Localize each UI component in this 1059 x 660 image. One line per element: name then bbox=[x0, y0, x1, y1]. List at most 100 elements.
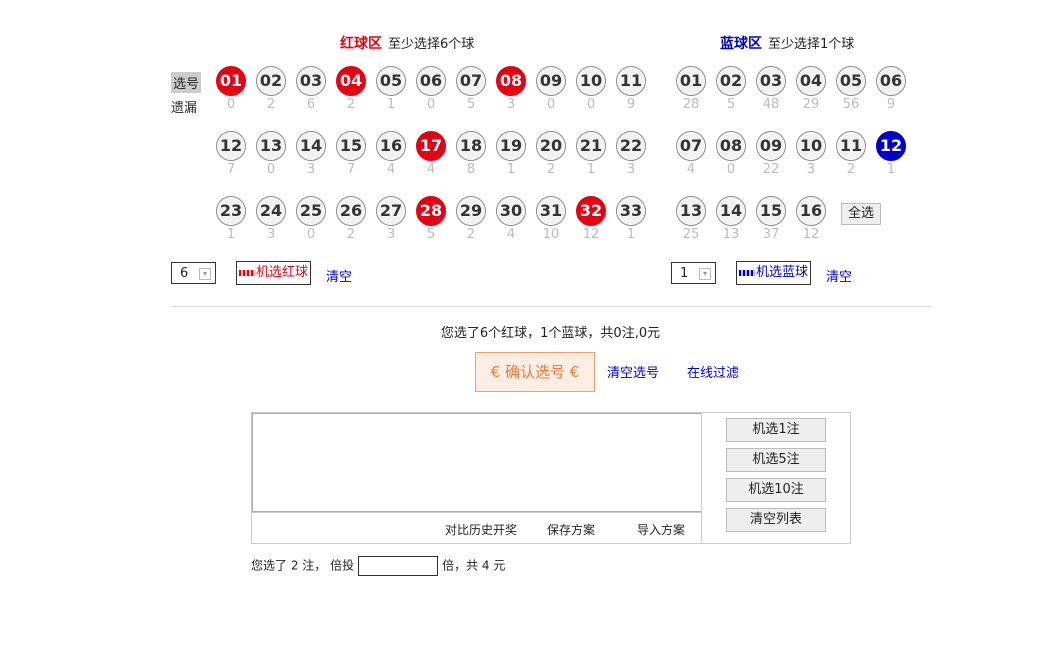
random-red-label: 机选红球 bbox=[256, 265, 309, 280]
blue-ball-04[interactable]: 04 bbox=[796, 66, 826, 96]
blue-ball-07[interactable]: 07 bbox=[676, 131, 706, 161]
blue-ball-09[interactable]: 09 bbox=[756, 131, 786, 161]
blue-zone-title: 蓝球区 至少选择1个球 bbox=[720, 33, 854, 53]
red-ball-18[interactable]: 18 bbox=[456, 131, 486, 161]
section-divider bbox=[171, 306, 931, 307]
ticket-list-textarea[interactable] bbox=[252, 413, 702, 512]
red-miss-20: 2 bbox=[546, 162, 556, 177]
blue-zone-name: 蓝球区 bbox=[720, 36, 762, 52]
red-ball-13[interactable]: 13 bbox=[256, 131, 286, 161]
red-ball-14[interactable]: 14 bbox=[296, 131, 326, 161]
import-plan-link[interactable]: 导入方案 bbox=[637, 521, 685, 538]
red-miss-07: 5 bbox=[466, 97, 476, 112]
red-miss-09: 0 bbox=[546, 97, 556, 112]
red-ball-12[interactable]: 12 bbox=[216, 131, 246, 161]
red-ball-11[interactable]: 11 bbox=[616, 66, 646, 96]
blue-ball-06[interactable]: 06 bbox=[876, 66, 906, 96]
random-1-button[interactable]: 机选1注 bbox=[726, 418, 826, 442]
red-ball-03[interactable]: 03 bbox=[296, 66, 326, 96]
red-ball-24[interactable]: 24 bbox=[256, 196, 286, 226]
blue-miss-14: 13 bbox=[722, 227, 740, 242]
red-ball-08[interactable]: 08 bbox=[496, 66, 526, 96]
save-plan-link[interactable]: 保存方案 bbox=[547, 521, 595, 538]
random-blue-button[interactable]: 机选蓝球 bbox=[736, 261, 812, 285]
blue-ball-12[interactable]: 12 bbox=[876, 131, 906, 161]
panel-divider bbox=[701, 413, 702, 543]
red-ball-10[interactable]: 10 bbox=[576, 66, 606, 96]
red-miss-19: 1 bbox=[506, 162, 516, 177]
clear-red-link[interactable]: 清空 bbox=[326, 266, 352, 285]
online-filter-link[interactable]: 在线过滤 bbox=[687, 362, 739, 381]
red-count-value: 6 bbox=[180, 266, 189, 281]
red-miss-11: 9 bbox=[626, 97, 636, 112]
confirm-selection-button[interactable]: € 确认选号 € bbox=[475, 352, 595, 392]
red-ball-19[interactable]: 19 bbox=[496, 131, 526, 161]
red-miss-15: 7 bbox=[346, 162, 356, 177]
select-all-blue-button[interactable]: 全选 bbox=[841, 203, 881, 225]
red-ball-23[interactable]: 23 bbox=[216, 196, 246, 226]
red-ball-01[interactable]: 01 bbox=[216, 66, 246, 96]
red-count-select[interactable]: 6 ▾ bbox=[171, 262, 216, 284]
blue-ball-15[interactable]: 15 bbox=[756, 196, 786, 226]
red-zone-hint: 至少选择6个球 bbox=[388, 37, 475, 52]
clear-selection-link[interactable]: 清空选号 bbox=[607, 362, 659, 381]
red-ball-20[interactable]: 20 bbox=[536, 131, 566, 161]
red-miss-17: 4 bbox=[426, 162, 436, 177]
compare-history-link[interactable]: 对比历史开奖 bbox=[445, 521, 517, 538]
random-blue-label: 机选蓝球 bbox=[756, 265, 809, 280]
red-miss-29: 2 bbox=[466, 227, 476, 242]
blue-ball-16[interactable]: 16 bbox=[796, 196, 826, 226]
clear-blue-link[interactable]: 清空 bbox=[826, 266, 852, 285]
panel-divider bbox=[252, 512, 701, 513]
red-ball-26[interactable]: 26 bbox=[336, 196, 366, 226]
blue-ball-05[interactable]: 05 bbox=[836, 66, 866, 96]
multiplier-input[interactable] bbox=[358, 556, 439, 576]
red-ball-33[interactable]: 33 bbox=[616, 196, 646, 226]
red-ball-17[interactable]: 17 bbox=[416, 131, 446, 161]
red-ball-25[interactable]: 25 bbox=[296, 196, 326, 226]
red-ball-15[interactable]: 15 bbox=[336, 131, 366, 161]
blue-miss-15: 37 bbox=[762, 227, 780, 242]
red-miss-23: 1 bbox=[226, 227, 236, 242]
blue-miss-13: 25 bbox=[682, 227, 700, 242]
clear-list-button[interactable]: 清空列表 bbox=[726, 508, 826, 532]
red-miss-10: 0 bbox=[586, 97, 596, 112]
blue-ball-13[interactable]: 13 bbox=[676, 196, 706, 226]
red-ball-06[interactable]: 06 bbox=[416, 66, 446, 96]
footer-prefix: 您选了 2 注， 倍投 bbox=[251, 558, 355, 573]
random-red-button[interactable]: 机选红球 bbox=[236, 261, 312, 285]
blue-zone-hint: 至少选择1个球 bbox=[768, 37, 855, 52]
red-ball-04[interactable]: 04 bbox=[336, 66, 366, 96]
blue-ball-01[interactable]: 01 bbox=[676, 66, 706, 96]
miss-row-label: 遗漏 bbox=[171, 101, 198, 116]
red-miss-01: 0 bbox=[226, 97, 236, 112]
red-ball-30[interactable]: 30 bbox=[496, 196, 526, 226]
red-ball-31[interactable]: 31 bbox=[536, 196, 566, 226]
red-miss-33: 1 bbox=[626, 227, 636, 242]
blue-ball-14[interactable]: 14 bbox=[716, 196, 746, 226]
red-miss-32: 12 bbox=[582, 227, 600, 242]
blue-ball-08[interactable]: 08 bbox=[716, 131, 746, 161]
red-miss-03: 6 bbox=[306, 97, 316, 112]
red-ball-28[interactable]: 28 bbox=[416, 196, 446, 226]
random-5-button[interactable]: 机选5注 bbox=[726, 448, 826, 472]
blue-count-select[interactable]: 1 ▾ bbox=[671, 262, 716, 284]
red-ball-05[interactable]: 05 bbox=[376, 66, 406, 96]
random-10-button[interactable]: 机选10注 bbox=[726, 478, 826, 502]
red-ball-22[interactable]: 22 bbox=[616, 131, 646, 161]
red-ball-27[interactable]: 27 bbox=[376, 196, 406, 226]
red-ball-29[interactable]: 29 bbox=[456, 196, 486, 226]
blue-ball-02[interactable]: 02 bbox=[716, 66, 746, 96]
red-ball-07[interactable]: 07 bbox=[456, 66, 486, 96]
blue-ball-03[interactable]: 03 bbox=[756, 66, 786, 96]
red-ball-02[interactable]: 02 bbox=[256, 66, 286, 96]
blue-ball-11[interactable]: 11 bbox=[836, 131, 866, 161]
red-ball-16[interactable]: 16 bbox=[376, 131, 406, 161]
blue-ball-10[interactable]: 10 bbox=[796, 131, 826, 161]
dropdown-arrow-icon: ▾ bbox=[199, 268, 211, 280]
red-ball-32[interactable]: 32 bbox=[576, 196, 606, 226]
blue-miss-01: 28 bbox=[682, 97, 700, 112]
blue-miss-12: 1 bbox=[886, 162, 896, 177]
red-ball-21[interactable]: 21 bbox=[576, 131, 606, 161]
red-ball-09[interactable]: 09 bbox=[536, 66, 566, 96]
